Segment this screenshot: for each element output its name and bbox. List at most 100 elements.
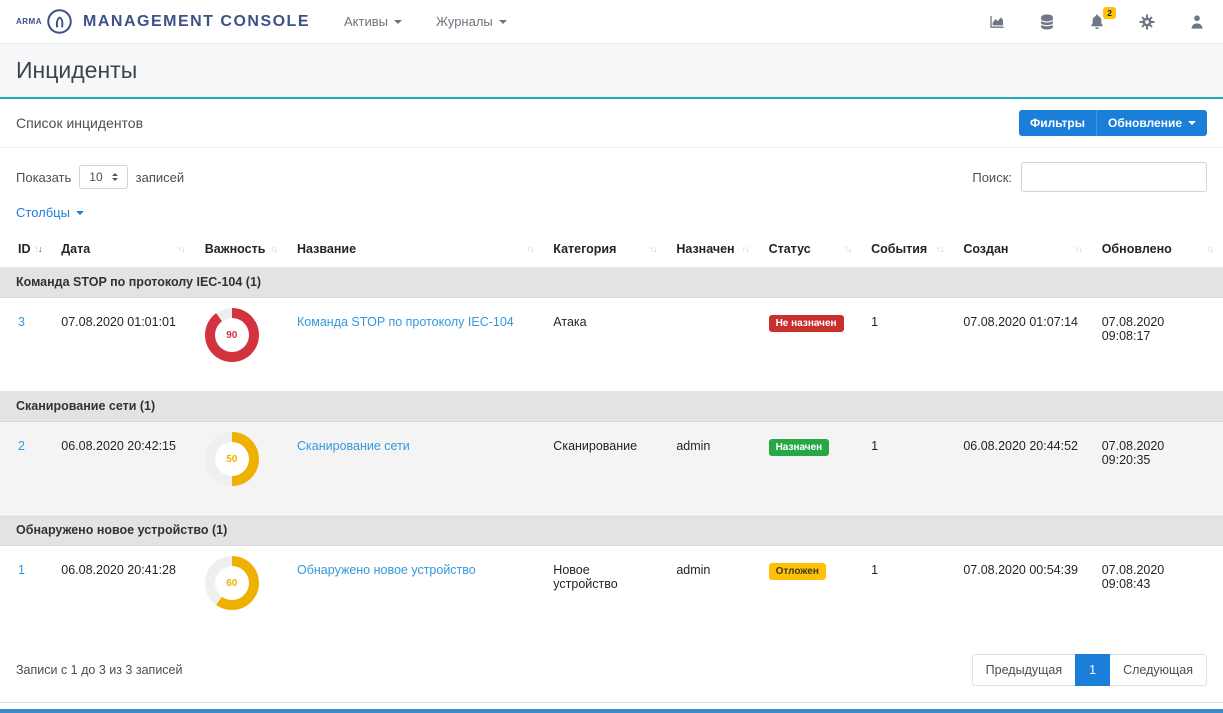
group-title: Сканирование сети (1) [0,391,1223,422]
severity-value: 50 [226,454,237,465]
severity-donut: 60 [205,556,259,610]
incident-updated: 07.08.2020 09:08:17 [1092,298,1223,391]
severity-donut: 90 [205,308,259,362]
status-badge: Отложен [769,563,826,580]
incident-assignee: admin [666,422,758,515]
incident-date: 06.08.2020 20:41:28 [51,546,195,639]
incident-events-count: 1 [861,298,953,391]
menu-assets[interactable]: Активы [344,14,402,29]
header-events[interactable]: События↑↓ [861,232,953,267]
table-row: 1 06.08.2020 20:41:28 60 Обнаружено ново… [0,546,1223,639]
pagination-next-button[interactable]: Следующая [1110,654,1207,686]
page-length-value: 10 [89,170,102,184]
incident-id-link[interactable]: 3 [18,315,25,329]
columns-button-label: Столбцы [16,205,70,220]
card-actions: Фильтры Обновление [1019,110,1207,136]
severity-value: 90 [226,330,237,341]
pagination-previous-button[interactable]: Предыдущая [972,654,1075,686]
columns-dropdown-button[interactable]: Столбцы [0,205,100,232]
menu-assets-label: Активы [344,14,388,29]
incident-assignee: admin [666,546,758,639]
page-header: Инциденты [0,44,1223,97]
sort-icon: ↑↓ [844,244,851,254]
group-header-row: Команда STOP по протоколу IEC-104 (1) [0,267,1223,298]
search-label: Поиск: [972,170,1012,185]
table-header-row: ID↑↓ Дата↑↓ Важность↑↓ Название↑↓ Катего… [0,232,1223,267]
group-header-row: Сканирование сети (1) [0,391,1223,422]
header-category[interactable]: Категория↑↓ [543,232,666,267]
header-name[interactable]: Название↑↓ [287,232,543,267]
sort-icon: ↑↓ [1206,244,1213,254]
navbar-icons: 2 [987,12,1207,32]
filters-button[interactable]: Фильтры [1019,110,1096,136]
pagination: Предыдущая 1 Следующая [972,654,1207,686]
stepper-icon [112,173,118,181]
incident-category: Атака [543,298,666,391]
card-header: Список инцидентов Фильтры Обновление [0,99,1223,148]
pagination-page-1-button[interactable]: 1 [1075,654,1110,686]
table-controls: Показать 10 записей Поиск: [0,148,1223,204]
user-profile-icon[interactable] [1187,12,1207,32]
show-label: Показать [16,170,71,185]
table-footer: Записи с 1 до 3 из 3 записей Предыдущая … [0,639,1223,702]
incident-date: 06.08.2020 20:42:15 [51,422,195,515]
top-navbar: ARMA MANAGEMENT CONSOLE Активы Журналы [0,0,1223,44]
header-assignee[interactable]: Назначен↑↓ [666,232,758,267]
card-title: Список инцидентов [16,115,143,131]
incident-category: Сканирование [543,422,666,515]
notifications-bell-icon[interactable]: 2 [1087,12,1107,32]
bottom-accent-bar [0,709,1223,713]
search-input[interactable] [1021,162,1207,192]
status-badge: Не назначен [769,315,844,332]
header-status[interactable]: Статус↑↓ [759,232,862,267]
chevron-down-icon [76,211,84,215]
group-title: Обнаружено новое устройство (1) [0,515,1223,546]
status-badge: Назначен [769,439,830,456]
sort-icon: ↑↓ [936,244,943,254]
header-date[interactable]: Дата↑↓ [51,232,195,267]
brand-logo[interactable]: ARMA MANAGEMENT CONSOLE [16,8,310,35]
sort-icon: ↑↓ [742,244,749,254]
page-length-select[interactable]: 10 [79,165,127,189]
incidents-table: ID↑↓ Дата↑↓ Важность↑↓ Название↑↓ Катего… [0,232,1223,639]
group-title: Команда STOP по протоколу IEC-104 (1) [0,267,1223,298]
helmet-logo-icon [46,8,73,35]
chevron-down-icon [1188,121,1196,125]
notification-count-badge: 2 [1103,7,1116,19]
incident-name-link[interactable]: Сканирование сети [297,439,410,453]
header-id[interactable]: ID↑↓ [0,232,51,267]
incident-category: Новое устройство [543,546,666,639]
incident-name-link[interactable]: Команда STOP по протоколу IEC-104 [297,315,514,329]
chevron-down-icon [394,20,402,24]
incident-created: 06.08.2020 20:44:52 [953,422,1091,515]
incident-created: 07.08.2020 01:07:14 [953,298,1091,391]
header-updated[interactable]: Обновлено↑↓ [1092,232,1223,267]
menu-journals-label: Журналы [436,14,493,29]
header-created[interactable]: Создан↑↓ [953,232,1091,267]
menu-journals[interactable]: Журналы [436,14,507,29]
incident-assignee [666,298,758,391]
header-severity[interactable]: Важность↑↓ [195,232,287,267]
search-control: Поиск: [972,162,1207,192]
incident-updated: 07.08.2020 09:08:43 [1092,546,1223,639]
main-menu: Активы Журналы [344,14,507,29]
chart-icon[interactable] [987,12,1007,32]
chevron-down-icon [499,20,507,24]
page-title: Инциденты [16,57,1207,84]
brand-title: MANAGEMENT CONSOLE [83,13,310,31]
refresh-button-label: Обновление [1108,116,1182,130]
incident-date: 07.08.2020 01:01:01 [51,298,195,391]
refresh-dropdown-button[interactable]: Обновление [1096,110,1207,136]
incident-id-link[interactable]: 2 [18,439,25,453]
records-info: Записи с 1 до 3 из 3 записей [16,663,182,677]
database-icon[interactable] [1037,12,1057,32]
sort-icon: ↑↓ [270,244,277,254]
incident-name-link[interactable]: Обнаружено новое устройство [297,563,476,577]
sort-icon: ↑↓ [1075,244,1082,254]
table-row: 2 06.08.2020 20:42:15 50 Сканирование се… [0,422,1223,515]
incident-id-link[interactable]: 1 [18,563,25,577]
gear-icon[interactable] [1137,12,1157,32]
severity-donut: 50 [205,432,259,486]
incident-events-count: 1 [861,422,953,515]
sort-icon: ↑↓ [526,244,533,254]
